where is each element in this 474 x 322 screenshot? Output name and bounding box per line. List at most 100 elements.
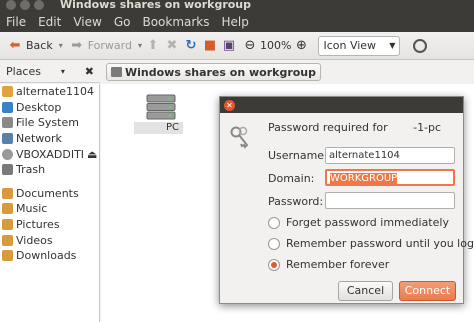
- eject-icon[interactable]: ⏏: [87, 148, 99, 161]
- sidebar-item-label: Network: [16, 132, 62, 146]
- forward-history-dropdown-icon[interactable]: ▾: [138, 41, 142, 50]
- sidebar-item-label: VBOXADDITI: [16, 147, 85, 161]
- radio-label: Remember forever: [286, 258, 390, 271]
- sidebar-item-label: Downloads: [16, 249, 77, 263]
- toolbar: ⬅ Back ▾ ➡ Forward ▾ ⬆ ✖ ↻ ■ ▣ ⊖ 100% ⊕ …: [0, 32, 474, 60]
- server-label-text: PC: [166, 122, 180, 133]
- menu-go[interactable]: Go: [108, 15, 137, 29]
- server-label[interactable]: PC: [134, 122, 184, 134]
- keys-icon: [230, 126, 249, 149]
- sidebar-item-home[interactable]: alternate1104: [0, 84, 99, 100]
- computer-icon[interactable]: ▣: [221, 38, 237, 54]
- window-title: Windows shares on workgroup: [60, 0, 252, 11]
- radio-remember-until-logout[interactable]: Remember password until you logout: [268, 237, 474, 250]
- stop-icon[interactable]: ✖: [164, 38, 180, 54]
- sidebar-item-music[interactable]: Music: [0, 201, 99, 217]
- menu-bookmarks[interactable]: Bookmarks: [136, 15, 215, 29]
- folder-icon: [2, 250, 13, 262]
- radio-button[interactable]: [268, 237, 280, 250]
- cancel-button[interactable]: Cancel: [338, 281, 393, 301]
- radio-label: Forget password immediately: [286, 216, 449, 229]
- minimize-window-button[interactable]: [20, 0, 30, 10]
- username-value: alternate1104: [329, 150, 400, 161]
- sidebar-item-downloads[interactable]: Downloads: [0, 248, 99, 264]
- sidebar-item-label: Trash: [16, 163, 46, 177]
- username-label: Username:: [268, 149, 328, 162]
- places-sidebar: alternate1104 Desktop File System Networ…: [0, 84, 100, 322]
- zoom-control: ⊖ 100% ⊕: [240, 38, 311, 54]
- location-breadcrumb[interactable]: Windows shares on workgroup: [106, 63, 322, 81]
- chevron-down-icon: ▾: [60, 67, 65, 76]
- sidebar-item-videos[interactable]: Videos: [0, 232, 99, 248]
- radio-forget-immediately[interactable]: Forget password immediately: [268, 216, 449, 229]
- radio-remember-forever[interactable]: Remember forever: [268, 258, 389, 271]
- close-icon[interactable]: ✕: [224, 99, 235, 111]
- radio-button[interactable]: [268, 216, 280, 229]
- back-label: Back: [26, 39, 53, 52]
- sidebar-divider: [0, 178, 99, 186]
- home-icon[interactable]: ■: [202, 38, 218, 54]
- folder-icon: [2, 187, 13, 199]
- optical-disc-icon: [2, 148, 13, 160]
- username-field[interactable]: alternate1104: [325, 147, 455, 164]
- folder-icon: [2, 219, 13, 231]
- password-dialog: ✕ Password required for -1-pc Username: …: [219, 96, 474, 304]
- radio-label: Remember password until you logout: [286, 237, 474, 250]
- search-icon[interactable]: [413, 38, 428, 53]
- folder-icon: [2, 234, 13, 246]
- up-arrow-icon[interactable]: ⬆: [145, 38, 161, 54]
- maximize-window-button[interactable]: [34, 0, 44, 10]
- view-mode-select[interactable]: Icon View ▼: [318, 35, 401, 56]
- server-icon[interactable]: [145, 93, 177, 121]
- home-folder-icon: [2, 86, 13, 98]
- menu-view[interactable]: View: [67, 15, 107, 29]
- back-arrow-icon: ⬅: [9, 37, 21, 53]
- zoom-in-icon[interactable]: ⊕: [293, 38, 309, 54]
- sidebar-item-network[interactable]: Network: [0, 131, 99, 147]
- dialog-prompt: Password required for -1-pc: [268, 121, 441, 134]
- places-label: Places: [6, 65, 41, 78]
- radio-button-selected[interactable]: [268, 258, 280, 271]
- dialog-titlebar: ✕: [220, 97, 463, 113]
- harddisk-icon: [2, 117, 13, 129]
- desktop-icon: [2, 101, 13, 113]
- sidebar-item-label: Music: [16, 202, 48, 216]
- breadcrumb-current: Windows shares on workgroup: [125, 65, 317, 79]
- menu-edit[interactable]: Edit: [32, 15, 67, 29]
- sidebar-item-label: File System: [16, 116, 79, 130]
- host-suffix: -1-pc: [413, 121, 442, 134]
- close-sidebar-icon[interactable]: ✖: [85, 65, 94, 78]
- prompt-text: Password required for: [268, 121, 388, 134]
- password-label: Password:: [268, 195, 324, 208]
- sidebar-item-label: alternate1104: [16, 85, 94, 99]
- trash-icon: [2, 164, 13, 176]
- domain-field[interactable]: WORKGROUP: [325, 169, 455, 186]
- view-mode-value: Icon View: [323, 39, 377, 52]
- menubar: File Edit View Go Bookmarks Help: [0, 12, 474, 32]
- sidebar-item-label: Documents: [16, 186, 79, 200]
- menu-help[interactable]: Help: [216, 15, 255, 29]
- places-header[interactable]: Places ▾ ✖: [0, 61, 100, 83]
- back-history-dropdown-icon[interactable]: ▾: [59, 41, 63, 50]
- sidebar-item-documents[interactable]: Documents: [0, 186, 99, 202]
- network-share-icon: [111, 67, 122, 77]
- back-button[interactable]: ⬅ Back: [4, 36, 56, 56]
- sidebar-item-trash[interactable]: Trash: [0, 162, 99, 178]
- zoom-level: 100%: [260, 39, 292, 52]
- forward-button[interactable]: ➡ Forward: [66, 36, 135, 56]
- chevron-down-icon: ▼: [389, 41, 396, 50]
- menu-file[interactable]: File: [0, 15, 32, 29]
- sidebar-item-vboxadditions[interactable]: VBOXADDITI ⏏: [0, 146, 99, 162]
- zoom-out-icon[interactable]: ⊖: [242, 38, 258, 54]
- password-field[interactable]: [325, 192, 455, 209]
- sidebar-item-file-system[interactable]: File System: [0, 115, 99, 131]
- sidebar-item-pictures[interactable]: Pictures: [0, 217, 99, 233]
- connect-button[interactable]: Connect: [399, 281, 456, 301]
- close-window-button[interactable]: [6, 0, 16, 10]
- sidebar-item-label: Pictures: [16, 218, 60, 232]
- reload-icon[interactable]: ↻: [183, 38, 199, 54]
- window-titlebar: Windows shares on workgroup: [0, 0, 474, 12]
- domain-value: WORKGROUP: [330, 173, 398, 184]
- sidebar-item-desktop[interactable]: Desktop: [0, 100, 99, 116]
- window-controls: [6, 0, 44, 10]
